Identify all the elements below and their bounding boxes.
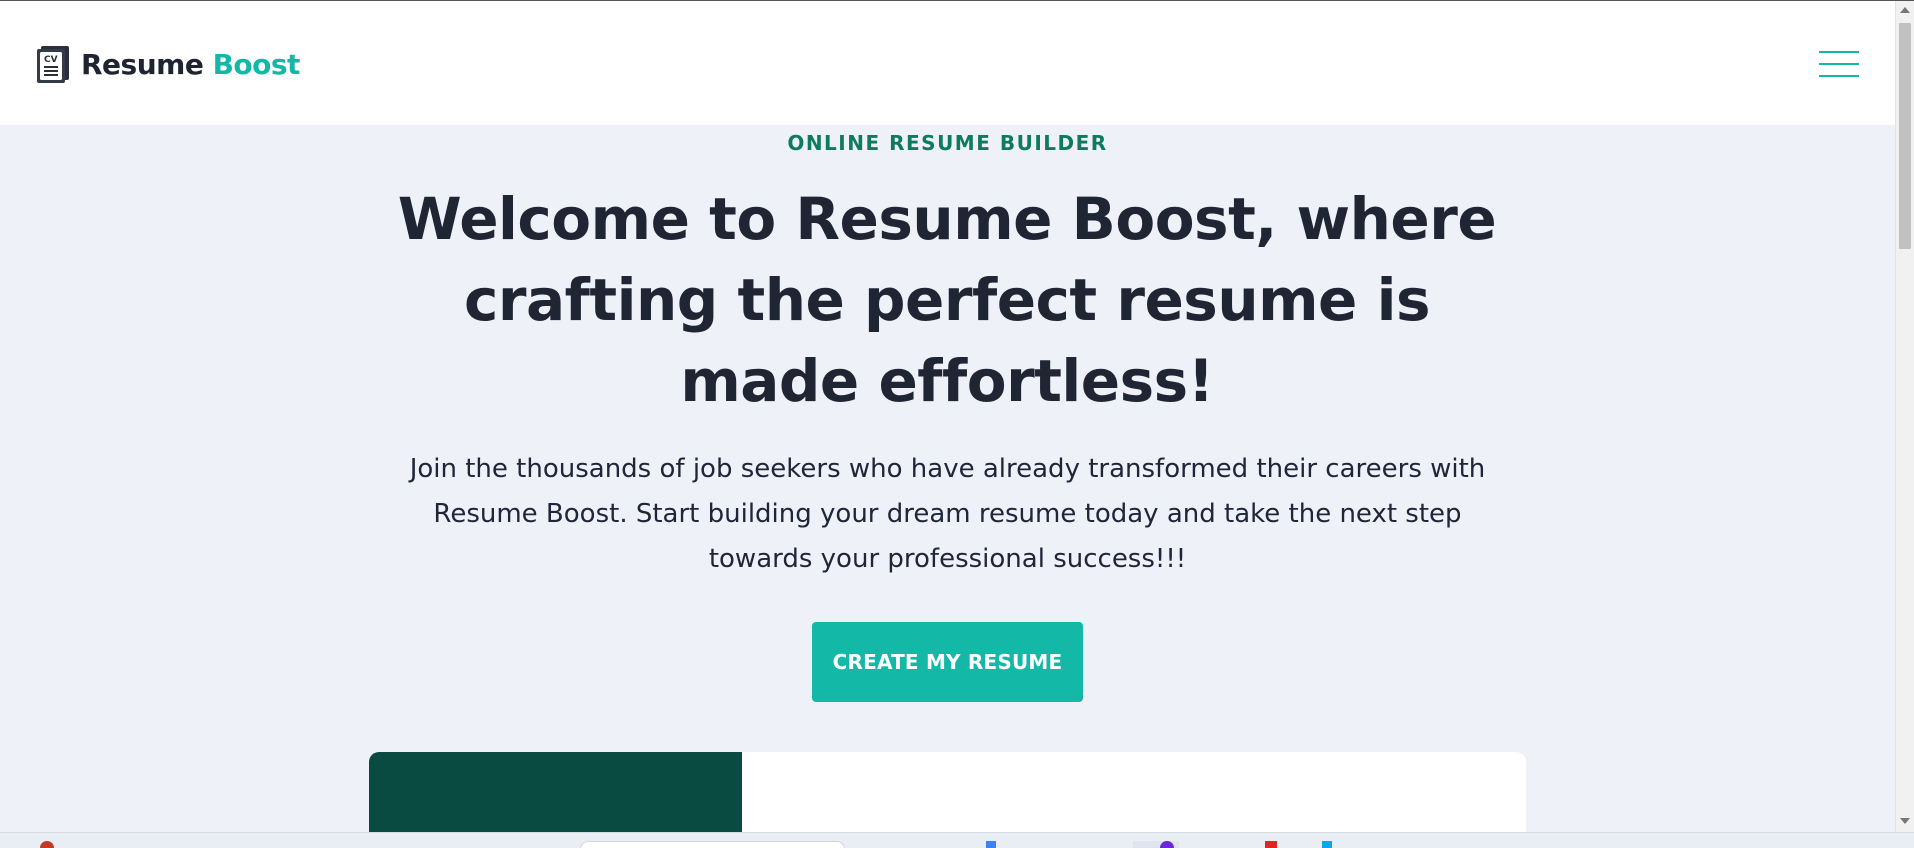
hero-subcopy: Join the thousands of job seekers who ha… [409,454,1486,574]
taskbar-app-icon[interactable] [986,841,996,848]
taskbar-app-icon-red[interactable] [1265,841,1277,848]
scroll-down-arrow-icon[interactable] [1900,818,1910,824]
taskbar-app-icon-blue[interactable] [1322,841,1332,848]
svg-text:CV: CV [44,55,58,65]
brand-name: Resume Boost [81,48,300,81]
resume-preview-sidebar [369,752,742,832]
taskbar-notification-icon[interactable] [40,841,54,848]
brand-name-accent: Boost [212,47,301,81]
scrollbar-thumb[interactable] [1899,23,1911,249]
cv-document-icon: CV [35,44,73,84]
site-header: CV Resume Boost [0,1,1895,125]
hamburger-menu-icon[interactable] [1819,49,1859,79]
taskbar-search-box[interactable] [580,841,845,848]
taskbar-teams-icon[interactable] [1160,841,1174,848]
taskbar-strip [0,832,1914,848]
vertical-scrollbar[interactable] [1895,1,1914,832]
brand-name-primary: Resume [81,47,204,81]
hero-headline: Welcome to Resume Boost, where crafting … [397,185,1497,415]
page-viewport: CV Resume Boost ONLINE RESUME BUILDER We… [0,1,1895,832]
scroll-up-arrow-icon[interactable] [1900,7,1910,13]
hero-eyebrow: ONLINE RESUME BUILDER [787,131,1108,155]
brand-logo-link[interactable]: CV Resume Boost [35,44,300,84]
resume-preview-card [369,752,1526,832]
create-resume-button[interactable]: CREATE MY RESUME [812,622,1083,702]
